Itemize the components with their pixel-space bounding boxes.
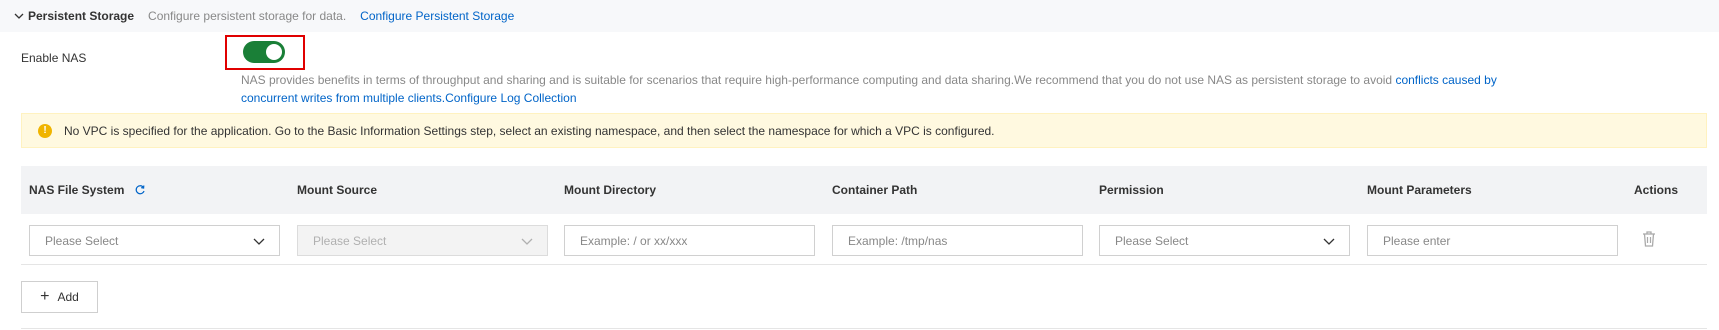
nas-file-system-placeholder: Please Select [45,233,119,248]
mount-source-select: Please Select [297,225,548,256]
chevron-down-icon [253,238,265,245]
header-container-path: Container Path [832,183,918,197]
mount-source-placeholder: Please Select [313,233,387,248]
header-mount-source: Mount Source [297,183,377,197]
table-header: NAS File System Mount Source Mount Direc… [21,166,1707,214]
exclamation-icon: ! [38,123,52,138]
permission-placeholder: Please Select [1115,233,1189,248]
configure-persistent-storage-link[interactable]: Configure Persistent Storage [360,9,514,23]
mount-parameters-input[interactable]: Please enter [1367,225,1618,256]
enable-nas-label: Enable NAS [21,51,87,65]
add-button[interactable]: + Add [21,281,98,313]
header-actions: Actions [1634,183,1679,197]
toggle-knob [266,44,282,60]
trash-icon[interactable] [1641,230,1657,248]
section-title: Persistent Storage [28,9,135,23]
header-mount-directory: Mount Directory [564,183,657,197]
nas-file-system-select[interactable]: Please Select [29,225,280,256]
mount-parameters-placeholder: Please enter [1383,233,1451,248]
vpc-warning-banner: ! No VPC is specified for the applicatio… [21,113,1707,148]
container-path-input[interactable]: Example: /tmp/nas [832,225,1083,256]
table-row: Please Select Please Select Example: / o… [21,214,1707,265]
section-header[interactable]: Persistent Storage Configure persistent … [0,0,1719,32]
warning-text: No VPC is specified for the application.… [64,123,995,138]
divider [21,328,1707,329]
add-button-label: Add [57,290,79,304]
configure-log-collection-link[interactable]: Configure Log Collection [445,91,576,105]
container-path-placeholder: Example: /tmp/nas [848,233,948,248]
section-description: Configure persistent storage for data. [148,9,347,23]
nas-description-text: NAS provides benefits in terms of throug… [241,73,1396,87]
chevron-down-icon [521,238,533,245]
header-nas-file-system: NAS File System [29,166,146,214]
chevron-down-icon[interactable] [14,11,24,21]
header-nas-file-system-label: NAS File System [29,183,125,197]
enable-nas-toggle[interactable] [243,41,285,63]
header-permission: Permission [1099,183,1164,197]
chevron-down-icon [1323,238,1335,245]
permission-select[interactable]: Please Select [1099,225,1350,256]
refresh-icon[interactable] [134,184,146,196]
mount-directory-placeholder: Example: / or xx/xxx [580,233,688,248]
header-mount-parameters: Mount Parameters [1367,183,1472,197]
mount-directory-input[interactable]: Example: / or xx/xxx [564,225,815,256]
plus-icon: + [40,288,50,305]
nas-description: NAS provides benefits in terms of throug… [241,71,1511,107]
